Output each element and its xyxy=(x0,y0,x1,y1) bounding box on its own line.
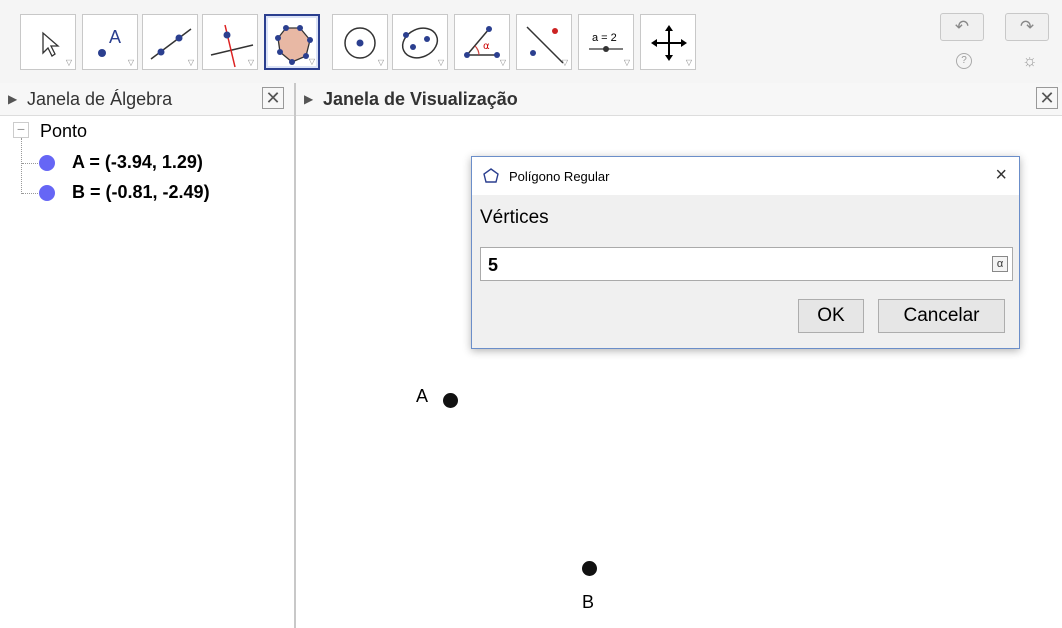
alpha-symbol-button[interactable]: α xyxy=(992,256,1008,272)
redo-icon: ↷ xyxy=(1019,17,1035,36)
settings-icon[interactable]: ☼ xyxy=(1022,51,1038,71)
cancel-button[interactable]: Cancelar xyxy=(878,299,1005,333)
tree-connector xyxy=(22,193,38,194)
chevron-down-icon: ▽ xyxy=(499,58,506,67)
conic-tool-button[interactable]: ▽ xyxy=(392,14,448,70)
close-icon: ✕ xyxy=(1039,88,1055,108)
algebra-panel-title: Janela de Álgebra xyxy=(27,89,173,109)
chevron-down-icon: ▽ xyxy=(561,58,568,67)
algebra-item-a[interactable]: A = (-3.94, 1.29) xyxy=(72,152,203,173)
reflect-tool-button[interactable]: ▽ xyxy=(516,14,572,70)
tree-connector xyxy=(22,163,38,164)
undo-icon: ↶ xyxy=(954,17,970,36)
toolbar: ▽ A ▽ ▽ ▽ ▽ ▽ ▽ α ▽ ▽ a = 2 ▽ ▽ ↶ ↷ ? ☼ xyxy=(0,0,1062,83)
graphics-close-button[interactable]: ✕ xyxy=(1036,87,1058,109)
visibility-toggle-a[interactable] xyxy=(39,155,55,171)
undo-button[interactable]: ↶ xyxy=(940,13,984,41)
expand-arrow-icon[interactable]: ▶ xyxy=(8,92,17,106)
dialog-title-bar: Polígono Regular × xyxy=(472,157,1019,195)
polygon-icon xyxy=(483,168,499,183)
group-label: Ponto xyxy=(40,121,88,141)
chevron-down-icon: ▽ xyxy=(377,58,384,67)
dialog-close-button[interactable]: × xyxy=(995,164,1007,187)
chevron-down-icon: ▽ xyxy=(437,58,444,67)
circle-tool-button[interactable]: ▽ xyxy=(332,14,388,70)
graphics-panel-header: ▶ Janela de Visualização ✕ xyxy=(296,83,1062,116)
line-tool-button[interactable]: ▽ xyxy=(142,14,198,70)
move-view-tool-button[interactable]: ▽ xyxy=(640,14,696,70)
move-tool-button[interactable]: ▽ xyxy=(20,14,76,70)
slider-glyph: a = 2 xyxy=(592,32,617,44)
chevron-down-icon: ▽ xyxy=(623,58,630,67)
chevron-down-icon: ▽ xyxy=(65,58,72,67)
point-a-label: A xyxy=(416,386,429,406)
angle-tool-button[interactable]: α ▽ xyxy=(454,14,510,70)
chevron-down-icon: ▽ xyxy=(685,58,692,67)
point-b-label: B xyxy=(582,592,595,612)
point-glyph: A xyxy=(109,27,121,47)
collapse-group-button[interactable]: − xyxy=(13,122,29,138)
vertices-label: Vértices xyxy=(480,207,549,228)
redo-button[interactable]: ↷ xyxy=(1005,13,1049,41)
polygon-tool-button[interactable]: ▽ xyxy=(264,14,320,70)
vertices-input-value: 5 xyxy=(488,255,499,275)
algebra-panel-header: ▶ Janela de Álgebra ✕ xyxy=(0,83,294,116)
panel-divider[interactable] xyxy=(294,83,296,628)
chevron-down-icon: ▽ xyxy=(187,58,194,67)
algebra-close-button[interactable]: ✕ xyxy=(262,87,284,109)
algebra-item-b[interactable]: B = (-0.81, -2.49) xyxy=(72,182,210,203)
help-icon[interactable]: ? xyxy=(956,53,972,69)
graphics-panel-title: Janela de Visualização xyxy=(323,89,518,109)
point-a[interactable] xyxy=(443,393,458,408)
expand-arrow-icon[interactable]: ▶ xyxy=(304,92,313,106)
slider-tool-button[interactable]: a = 2 ▽ xyxy=(578,14,634,70)
close-icon: ✕ xyxy=(265,88,281,108)
regular-polygon-dialog: Polígono Regular × Vértices 5 α OK Cance… xyxy=(471,156,1020,349)
dialog-title: Polígono Regular xyxy=(509,169,610,184)
vertices-input[interactable]: 5 α xyxy=(480,247,1013,281)
tree-connector xyxy=(21,138,22,194)
alpha-glyph: α xyxy=(483,41,490,52)
chevron-down-icon: ▽ xyxy=(308,57,315,66)
chevron-down-icon: ▽ xyxy=(127,58,134,67)
chevron-down-icon: ▽ xyxy=(247,58,254,67)
perpendicular-tool-button[interactable]: ▽ xyxy=(202,14,258,70)
visibility-toggle-b[interactable] xyxy=(39,185,55,201)
ok-button[interactable]: OK xyxy=(798,299,864,333)
point-tool-button[interactable]: A ▽ xyxy=(82,14,138,70)
point-b[interactable] xyxy=(582,561,597,576)
